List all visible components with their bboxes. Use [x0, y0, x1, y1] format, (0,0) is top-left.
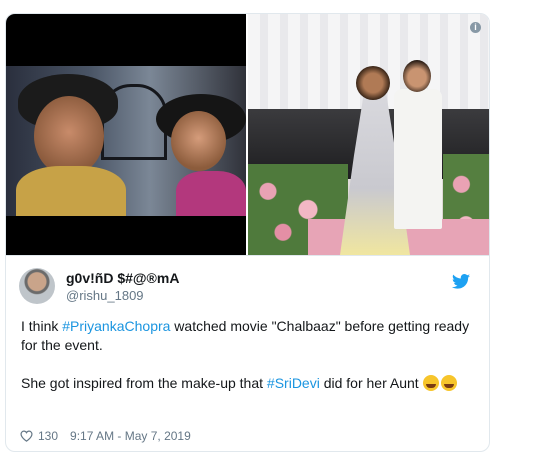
info-icon[interactable]: i [470, 22, 481, 33]
author-handle[interactable]: @rishu_1809 [66, 288, 144, 303]
heart-icon[interactable] [20, 430, 33, 442]
avatar[interactable] [19, 268, 55, 304]
author-name[interactable]: g0v!ñD $#@®mA [66, 270, 179, 286]
divider [6, 255, 489, 256]
tweet-text: I think #PriyankaChopra watched movie "C… [21, 317, 476, 393]
tweet-paragraph-2: She got inspired from the make-up that #… [21, 374, 476, 393]
hashtag-sridevi[interactable]: #SriDevi [267, 375, 320, 391]
tweet-meta: 130 9:17 AM - May 7, 2019 [20, 429, 191, 443]
twitter-bird-icon[interactable] [452, 274, 470, 289]
tweet-image-right[interactable]: i [248, 14, 489, 255]
tweet-image-left[interactable] [6, 14, 246, 255]
laughing-emoji-icon [440, 375, 457, 391]
tweet-paragraph-1: I think #PriyankaChopra watched movie "C… [21, 318, 470, 353]
tweet-card[interactable]: i g0v!ñD $#@®mA @rishu_1809 I think #Pri… [5, 13, 490, 452]
hashtag-priyankachopra[interactable]: #PriyankaChopra [62, 318, 170, 334]
laughing-emoji-icon [422, 375, 439, 391]
like-count[interactable]: 130 [38, 429, 58, 443]
movie-still-image [6, 66, 246, 216]
tweet-timestamp[interactable]: 9:17 AM - May 7, 2019 [70, 429, 191, 443]
